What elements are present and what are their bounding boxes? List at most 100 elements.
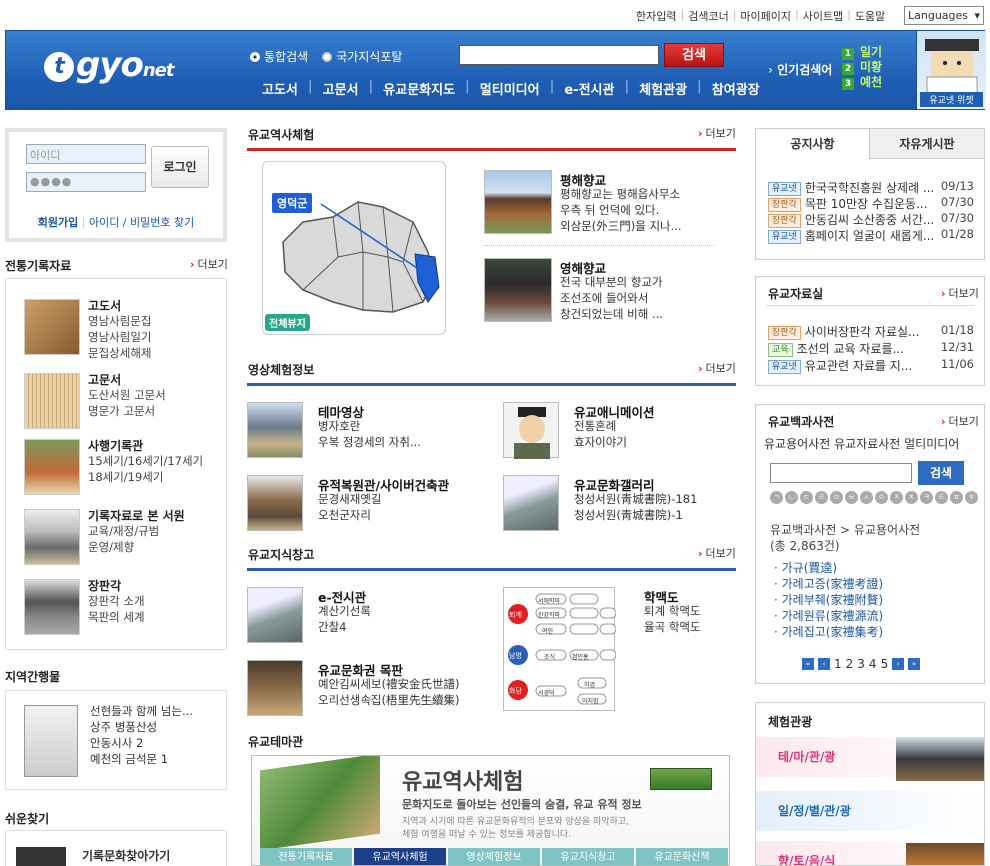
gallery-mountain-icon[interactable] xyxy=(503,475,559,531)
records-sub[interactable]: 18세기/19세기 xyxy=(88,469,163,485)
term-item[interactable]: · 가례원류(家禮源流) xyxy=(774,607,883,624)
radio-national[interactable]: 국가지식포탈 xyxy=(322,48,402,65)
nav-old-documents[interactable]: 고문서 xyxy=(313,79,369,98)
theme-banner[interactable]: 유교역사체험 문화지도로 돌아보는 선인들의 숨결, 유교 유적 정보 지역과 … xyxy=(251,755,730,866)
hot-item-1[interactable]: 1 일기 xyxy=(842,45,882,60)
nav-culture-map[interactable]: 유교문화지도 xyxy=(373,79,465,98)
records-item-old-books[interactable]: 고도서 영남사림문집 영남사림일기 문집상세해제 xyxy=(24,297,224,360)
knowledge-desc-line[interactable]: 오리선생속집(梧里先生續集) xyxy=(318,692,459,708)
notice-row[interactable]: 장판각 안동김씨 소산종중 서간... 07/30 xyxy=(768,211,974,228)
easy-link[interactable]: 기록문화찾아가기 xyxy=(82,847,170,864)
knowledge-desc-line[interactable]: 율곡 학맥도 xyxy=(644,619,701,635)
notice-row[interactable]: 장판각 목판 10만장 수집운동... 07/30 xyxy=(768,195,974,212)
next-page-icon[interactable]: › xyxy=(892,658,905,670)
chosung-button[interactable]: ㅍ xyxy=(950,491,963,504)
video-thumb-3[interactable] xyxy=(247,475,303,531)
term-item[interactable]: · 가례고증(家禮考證) xyxy=(774,575,883,592)
more-link-data[interactable]: 더보기 xyxy=(941,285,979,301)
hyanggyo-photo-1[interactable] xyxy=(484,170,552,234)
records-sub[interactable]: 영남사림문집 xyxy=(88,313,151,329)
experience-schedule-link[interactable]: 일/정/별/관/광 xyxy=(756,791,984,831)
regional-item[interactable]: 선현들과 함께 넘는... xyxy=(90,703,193,719)
video-desc-line[interactable]: 오천군자리 xyxy=(318,507,381,523)
term-item[interactable]: · 가규(賈逵) xyxy=(774,559,837,576)
util-sitemap[interactable]: 사이트맵 xyxy=(803,8,843,24)
nav-multimedia[interactable]: 멀티미디어 xyxy=(470,79,550,98)
records-item-envoy[interactable]: 사행기록관 15세기/16세기/17세기 18세기/19세기 xyxy=(24,437,224,497)
languages-select[interactable]: Languages ▾ xyxy=(904,6,984,25)
more-link-history[interactable]: 더보기 xyxy=(698,125,736,141)
site-logo[interactable]: t gyonet xyxy=(44,45,194,95)
knowledge-desc-line[interactable]: 간찰4 xyxy=(318,619,371,635)
chosung-button[interactable]: ㅎ xyxy=(965,491,978,504)
theme-tab-video[interactable]: 영상체험정보 xyxy=(448,848,540,865)
records-sub[interactable]: 영남사림일기 xyxy=(88,329,151,345)
animation-character-icon[interactable] xyxy=(503,402,559,459)
nav-old-books[interactable]: 고도서 xyxy=(252,79,308,98)
video-desc-line[interactable]: 우복 정경세의 자취... xyxy=(318,434,421,450)
nav-participation[interactable]: 참여광장 xyxy=(702,79,770,98)
records-sub[interactable]: 명문가 고문서 xyxy=(88,403,155,419)
page-number[interactable]: 3 xyxy=(857,657,865,671)
hot-item-2[interactable]: 2 미황 xyxy=(842,60,882,75)
chosung-button[interactable]: ㅋ xyxy=(920,491,933,504)
records-sub[interactable]: 문집상세해제 xyxy=(88,345,151,361)
tab-notice[interactable]: 공지사항 xyxy=(756,129,870,159)
regional-item[interactable]: 안동시사 2 xyxy=(90,735,193,751)
knowledge-thumb-2[interactable] xyxy=(247,660,303,716)
video-desc-line[interactable]: 청성서원(靑城書院)-181 xyxy=(574,491,697,507)
more-link-dict[interactable]: 더보기 xyxy=(941,413,979,429)
chosung-button[interactable]: ㄷ xyxy=(800,491,813,504)
lineage-diagram[interactable]: 퇴계 남명 화담 서애학파 한강학파 여헌 조식 정인홍 서경덕 허엽 이지함 xyxy=(503,587,617,711)
video-desc-line[interactable]: 병자호란 xyxy=(318,418,421,434)
dictionary-tabs[interactable]: 유교용어사전 유교자료사전 멀티미디어 xyxy=(764,435,959,452)
video-desc-line[interactable]: 전통혼례 xyxy=(574,418,627,434)
map-fullview-button[interactable]: 전체뷰지 xyxy=(265,314,310,331)
more-link-records[interactable]: 더보기 xyxy=(190,256,228,272)
knowledge-desc-line[interactable]: 퇴계 학맥도 xyxy=(644,603,701,619)
find-account-link[interactable]: 아이디 / 비밀번호 찾기 xyxy=(89,216,194,229)
regional-item[interactable]: 예천의 금석문 1 xyxy=(90,751,193,767)
chosung-button[interactable]: ㅂ xyxy=(845,491,858,504)
notice-row[interactable]: 유교넷 한국국학진흥원 상제례 ... 09/13 xyxy=(768,179,974,196)
id-field[interactable]: 아이디 xyxy=(26,144,146,164)
knowledge-desc-line[interactable]: 예안김씨세보(禮安金氏世譜) xyxy=(318,676,459,692)
records-sub[interactable]: 목판의 세계 xyxy=(88,609,145,625)
page-number[interactable]: 1 xyxy=(834,657,842,671)
term-item[interactable]: · 가례집고(家禮集考) xyxy=(774,623,883,640)
hot-item-3[interactable]: 3 예천 xyxy=(842,75,882,90)
knowledge-desc-line[interactable]: 계산기선록 xyxy=(318,603,371,619)
chosung-button[interactable]: ㅌ xyxy=(935,491,948,504)
first-page-icon[interactable]: « xyxy=(802,658,814,670)
page-number[interactable]: 4 xyxy=(869,657,877,671)
util-mypage[interactable]: 마이페이지 xyxy=(740,8,791,24)
page-number[interactable]: 5 xyxy=(881,657,889,671)
chosung-button[interactable]: ㅅ xyxy=(860,491,873,504)
widget-banner[interactable]: 유교넷 위젯 xyxy=(916,31,986,109)
chosung-button[interactable]: ㅁ xyxy=(830,491,843,504)
chosung-button[interactable]: ㄱ xyxy=(770,491,783,504)
records-item-janggak[interactable]: 장판각 장판각 소개 목판의 세계 xyxy=(24,577,224,637)
nav-e-exhibition[interactable]: e-전시관 xyxy=(554,79,624,98)
tab-free-board[interactable]: 자유게시판 xyxy=(870,129,984,159)
hyanggyo-photo-2[interactable] xyxy=(484,258,552,322)
chosung-button[interactable]: ㅈ xyxy=(890,491,903,504)
dictionary-search-input[interactable] xyxy=(770,463,912,483)
util-hanja[interactable]: 한자입력 xyxy=(636,8,676,24)
nav-tour[interactable]: 체험관광 xyxy=(629,79,697,98)
video-desc-line[interactable]: 문경새재옛길 xyxy=(318,491,381,507)
records-item-seowon[interactable]: 기록자료로 본 서원 교육/재정/규범 운영/제향 xyxy=(24,507,224,567)
term-item[interactable]: · 가례부췌(家禮附贅) xyxy=(774,591,883,608)
records-sub[interactable]: 장판각 소개 xyxy=(88,593,145,609)
knowledge-thumb-1[interactable] xyxy=(247,587,303,643)
theme-tab-knowledge[interactable]: 유교지식창고 xyxy=(542,848,634,865)
theme-tab-records[interactable]: 전통기록자료 xyxy=(260,848,352,865)
util-search-corner[interactable]: 검색코너 xyxy=(688,8,728,24)
records-item-old-docs[interactable]: 고문서 도산서원 고문서 명문가 고문서 xyxy=(24,371,224,431)
prev-page-icon[interactable]: ‹ xyxy=(818,658,830,670)
chosung-button[interactable]: ㄴ xyxy=(785,491,798,504)
theme-tab-history[interactable]: 유교역사체험 xyxy=(354,848,446,865)
records-sub[interactable]: 도산서원 고문서 xyxy=(88,387,166,403)
video-desc-line[interactable]: 청성서원(靑城書院)-1 xyxy=(574,507,697,523)
search-input[interactable] xyxy=(459,45,659,65)
